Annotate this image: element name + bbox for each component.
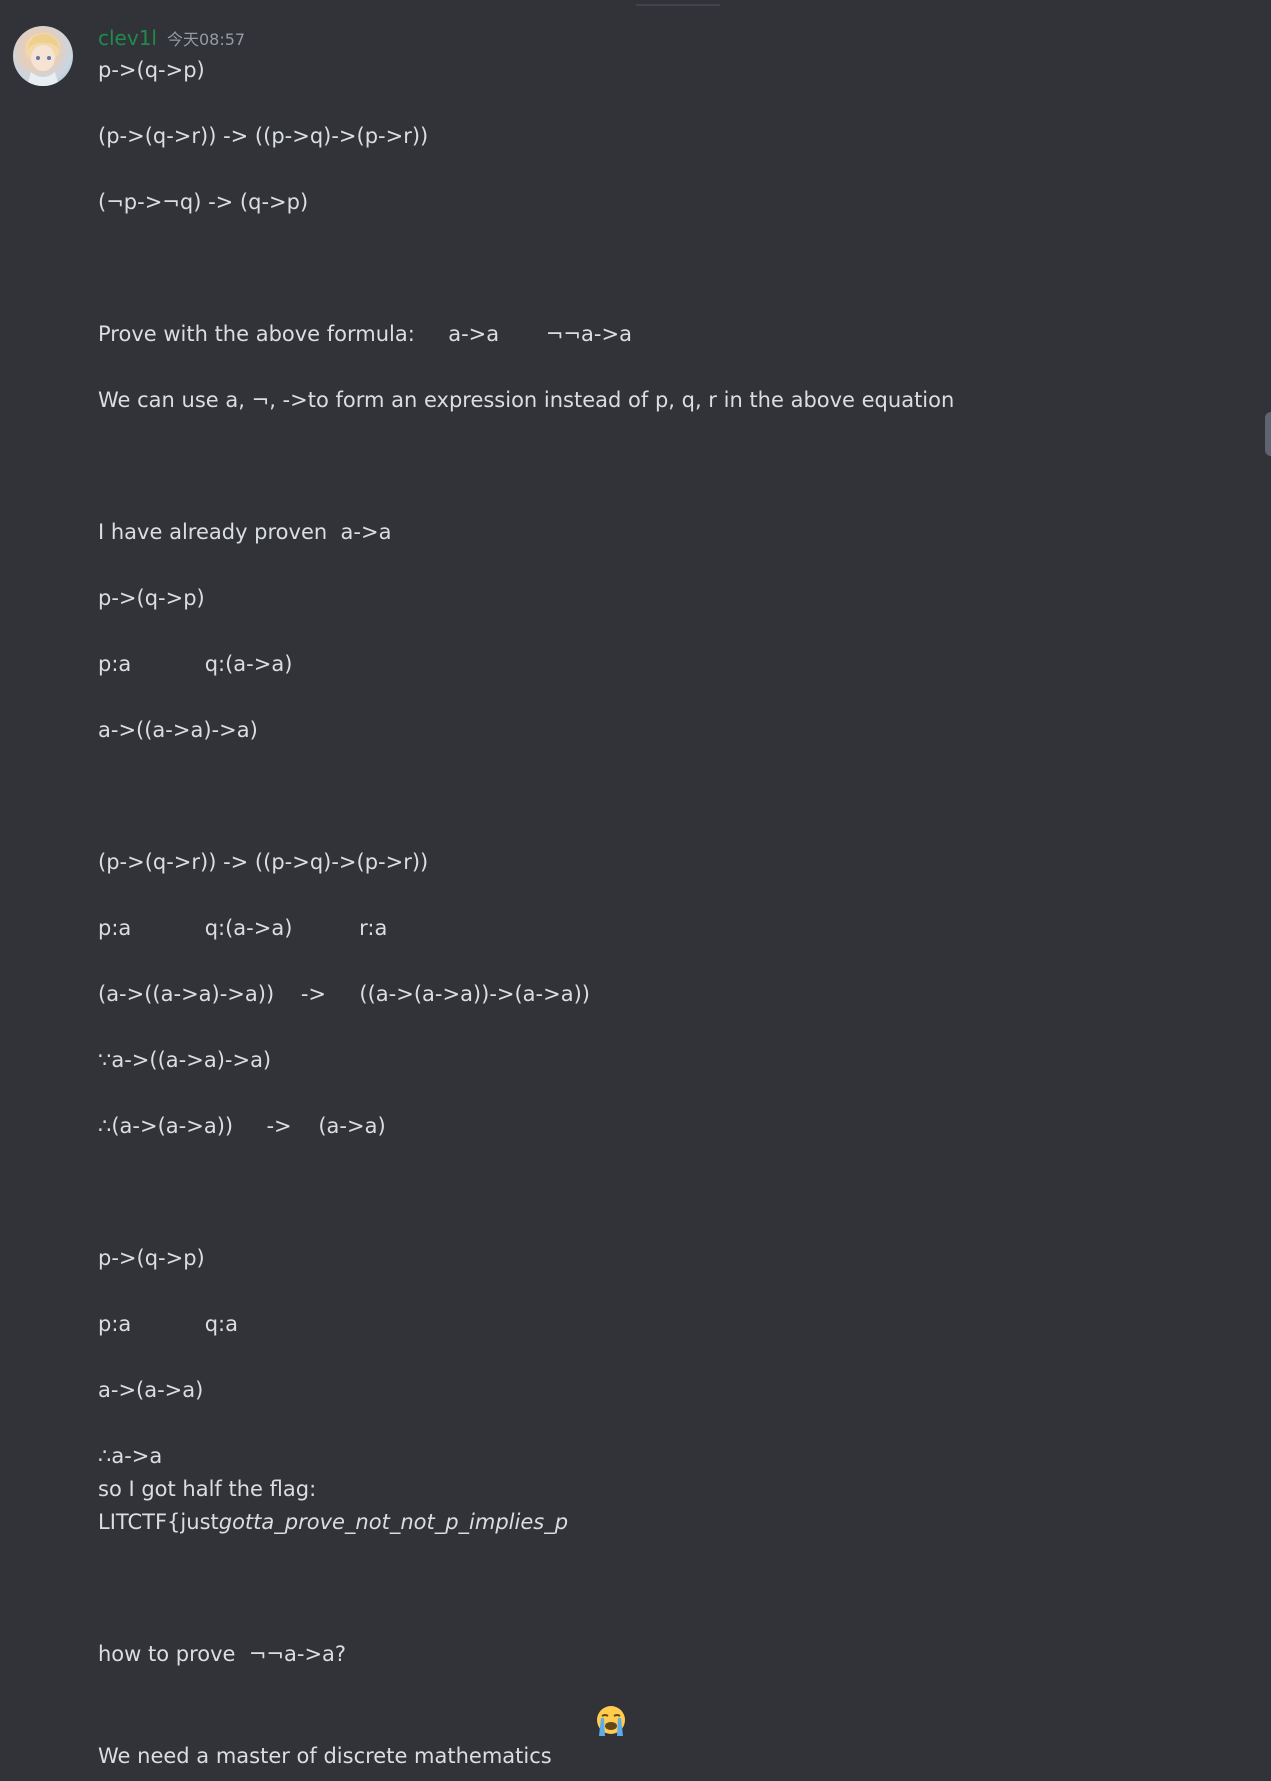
text-line: p->(q->p) (98, 1246, 205, 1270)
message-content: p->(q->p) (p->(q->r)) -> ((p->q)->(p->r)… (98, 54, 1198, 1768)
username[interactable]: clev1l (98, 26, 157, 50)
text-line: Prove with the above formula: a->a ¬¬a->… (98, 322, 632, 346)
text-line: (p->(q->r)) -> ((p->q)->(p->r)) (98, 124, 429, 148)
closing-text: We need a master of discrete mathematics (98, 1744, 552, 1768)
flag-italic: gotta_prove_not_not_p_implies_p (218, 1510, 569, 1534)
text-line: p:a q:(a->a) (98, 652, 293, 676)
text-line: a->(a->a) (98, 1378, 204, 1402)
scroll-handle[interactable] (1265, 412, 1271, 456)
flag-prefix: LITCTF{just (98, 1510, 219, 1534)
text-line: how to prove ¬¬a->a? (98, 1642, 347, 1666)
text-line: so I got half the flag: (98, 1477, 317, 1501)
text-line: (p->(q->r)) -> ((p->q)->(p->r)) (98, 850, 429, 874)
message-timestamp[interactable]: 今天08:57 (167, 26, 245, 50)
text-line: (a->((a->a)->a)) -> ((a->(a->a))->(a->a)… (98, 982, 590, 1006)
text-line: ∴a->a (98, 1444, 163, 1468)
text-line: p:a q:(a->a) r:a (98, 916, 388, 940)
text-line: a->((a->a)->a) (98, 718, 258, 742)
text-line: We can use a, ¬, ->to form an expression… (98, 388, 955, 412)
flag-line: LITCTF{justgotta_prove_not_not_p_implies… (98, 1506, 1198, 1539)
text-line: ∵a->((a->a)->a) (98, 1048, 272, 1072)
previous-message-edge (636, 0, 720, 6)
loudly-crying-face-icon[interactable] (554, 1671, 625, 1736)
message-header: clev1l 今天08:57 (98, 26, 245, 52)
user-avatar[interactable] (13, 26, 73, 86)
text-line: ∴(a->(a->a)) -> (a->a) (98, 1114, 386, 1138)
text-line: p:a q:a (98, 1312, 238, 1336)
text-line: (¬p->¬q) -> (q->p) (98, 190, 309, 214)
text-line: We need a master of discrete mathematics (98, 1671, 1198, 1768)
avatar-art-icon (26, 33, 60, 86)
text-line: p->(q->p) (98, 586, 205, 610)
text-line: I have already proven a->a (98, 520, 392, 544)
text-line: p->(q->p) (98, 58, 205, 82)
